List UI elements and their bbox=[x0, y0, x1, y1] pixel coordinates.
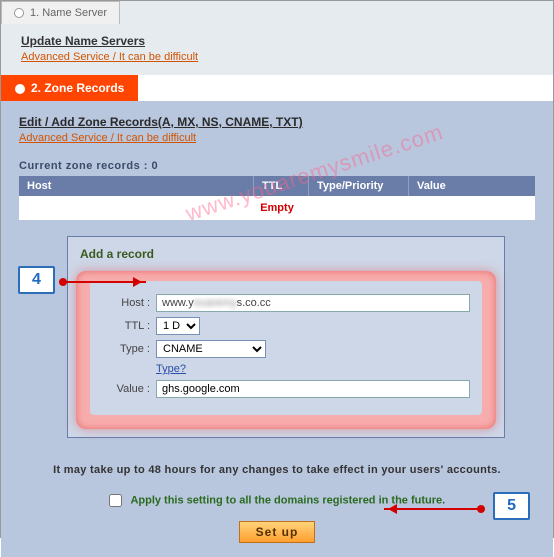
setup-button[interactable]: Set up bbox=[239, 521, 316, 543]
ttl-select[interactable]: 1 D bbox=[156, 317, 200, 335]
advanced-service-link-1[interactable]: Advanced Service / It can be difficult bbox=[21, 51, 198, 63]
edit-add-zone-records-link[interactable]: Edit / Add Zone Records(A, MX, NS, CNAME… bbox=[19, 115, 535, 129]
type-select[interactable]: CNAME bbox=[156, 340, 266, 358]
radio-icon bbox=[14, 8, 24, 18]
add-record-title: Add a record bbox=[80, 247, 496, 261]
apply-all-checkbox[interactable] bbox=[109, 494, 122, 507]
host-input[interactable]: www.youaremys.co.cc bbox=[156, 294, 470, 312]
arrow-4 bbox=[64, 281, 146, 283]
callout-4: 4 bbox=[18, 266, 55, 294]
type-label: Type : bbox=[102, 343, 150, 355]
button-row: Set up bbox=[19, 521, 535, 543]
apply-label: Apply this setting to all the domains re… bbox=[130, 494, 445, 506]
zone-records-section: Edit / Add Zone Records(A, MX, NS, CNAME… bbox=[1, 101, 553, 557]
apply-row: Apply this setting to all the domains re… bbox=[19, 494, 535, 507]
value-label: Value : bbox=[102, 383, 150, 395]
advanced-service-link-2[interactable]: Advanced Service / It can be difficult bbox=[19, 132, 196, 144]
propagation-note: It may take up to 48 hours for any chang… bbox=[19, 464, 535, 476]
arrow-5 bbox=[384, 508, 480, 510]
app-frame: 1. Name Server Update Name Servers Advan… bbox=[0, 0, 554, 538]
tab-zone-records[interactable]: 2. Zone Records bbox=[1, 75, 138, 101]
type-help-link[interactable]: Type? bbox=[156, 363, 186, 375]
th-value: Value bbox=[409, 176, 535, 196]
tab-name-server[interactable]: 1. Name Server bbox=[1, 1, 120, 24]
highlighted-form: Host : www.youaremys.co.cc TTL : 1 D Typ… bbox=[76, 271, 496, 429]
tab-label: 1. Name Server bbox=[30, 7, 107, 19]
tab-label: 2. Zone Records bbox=[31, 81, 124, 95]
th-ttl: TTL bbox=[254, 176, 309, 196]
th-type: Type/Priority bbox=[309, 176, 409, 196]
value-input[interactable] bbox=[156, 380, 470, 398]
ttl-label: TTL : bbox=[102, 320, 150, 332]
current-records-label: Current zone records : 0 bbox=[19, 160, 535, 172]
add-record-box: Add a record Host : www.youaremys.co.cc … bbox=[67, 236, 505, 438]
host-label: Host : bbox=[102, 297, 150, 309]
table-header: Host TTL Type/Priority Value bbox=[19, 176, 535, 196]
records-table: Host TTL Type/Priority Value Empty bbox=[19, 176, 535, 220]
th-host: Host bbox=[19, 176, 254, 196]
name-server-section: 1. Name Server Update Name Servers Advan… bbox=[1, 1, 553, 75]
update-name-servers-link[interactable]: Update Name Servers bbox=[21, 34, 533, 48]
table-empty-row: Empty bbox=[19, 196, 535, 220]
callout-5: 5 bbox=[493, 492, 530, 520]
radio-active-icon bbox=[15, 84, 25, 94]
